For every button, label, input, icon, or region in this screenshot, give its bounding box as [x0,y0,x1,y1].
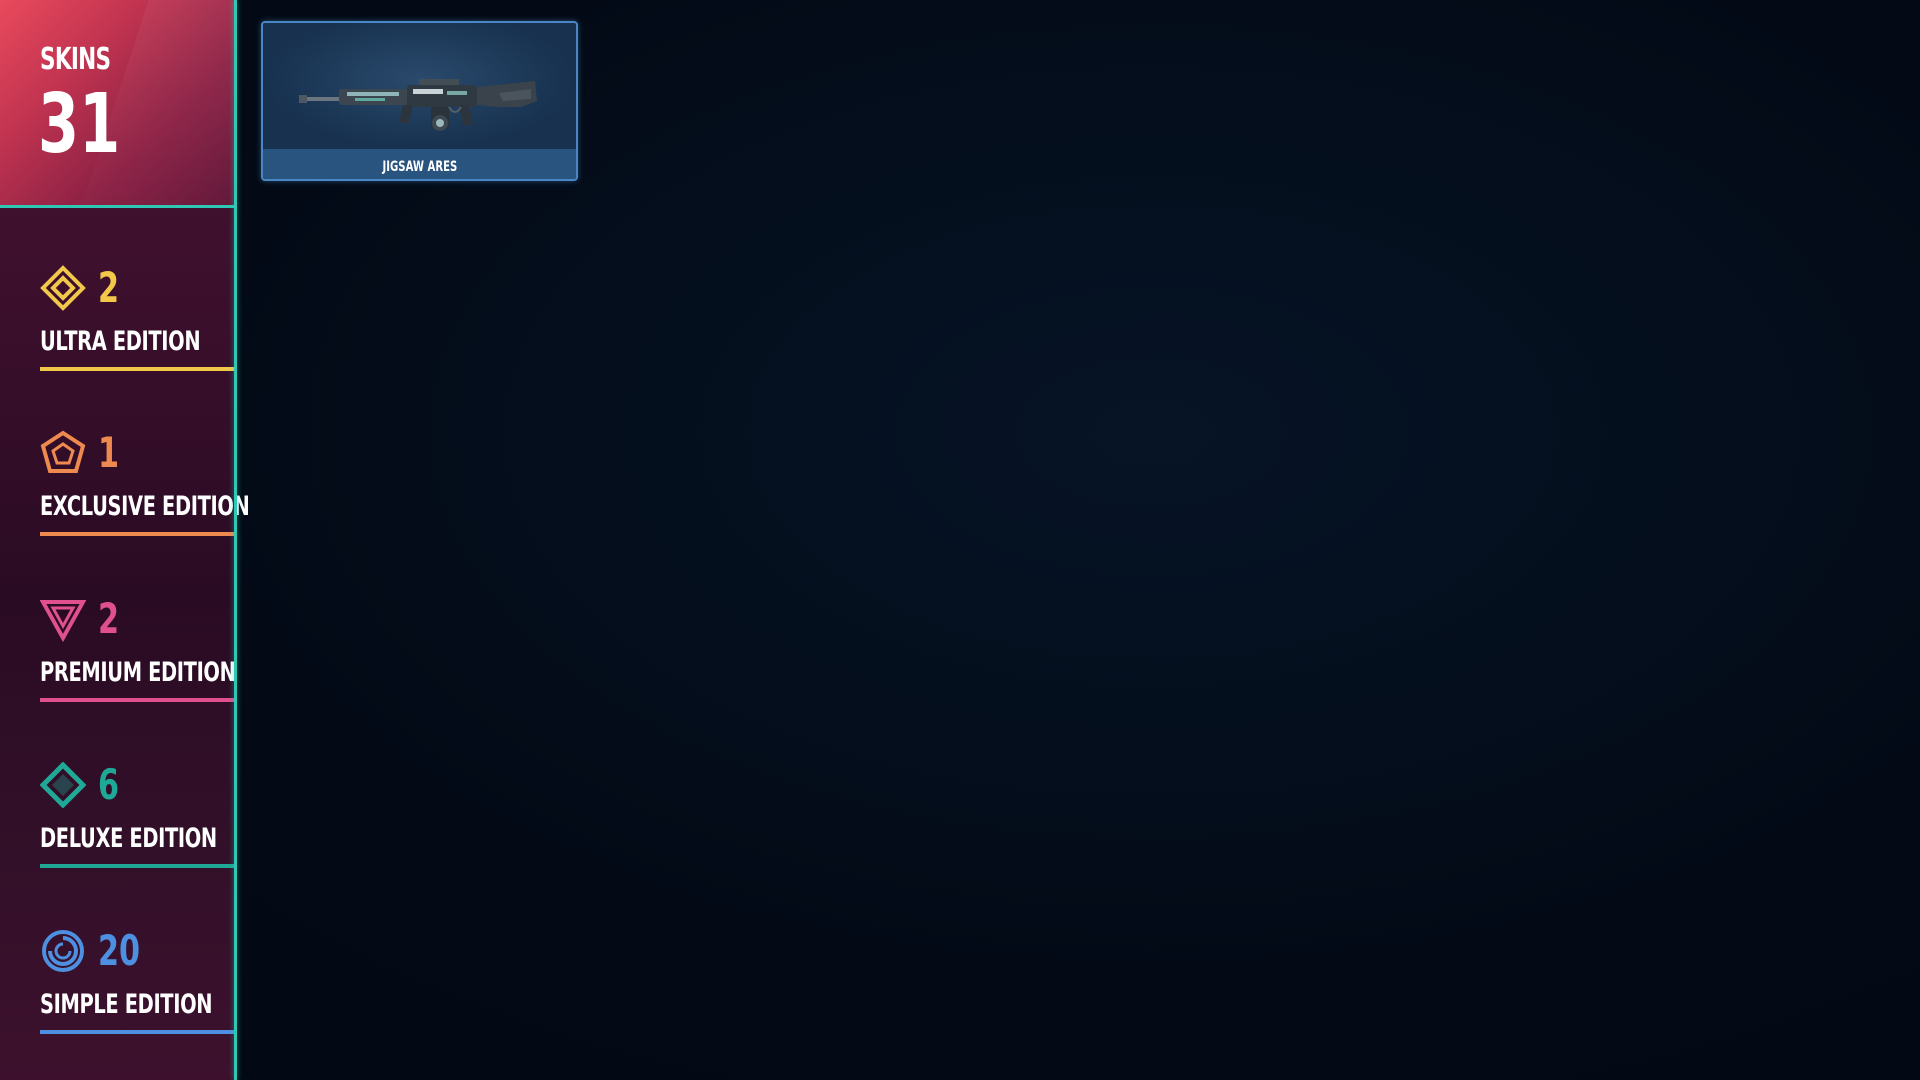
skins-label: SKINS [40,42,111,77]
edition-name: DELUXE EDITION [40,823,217,854]
edition-deluxe[interactable]: 6 DELUXE EDITION [39,760,237,872]
edition-name: SIMPLE EDITION [40,989,213,1020]
edition-premium[interactable]: 2 PREMIUM EDITION [39,594,237,706]
edition-underline [40,864,237,868]
edition-ultra[interactable]: 2 ULTRA EDITION [40,265,237,375]
edition-underline [40,698,237,702]
edition-exclusive[interactable]: 1 EXCLUSIVE EDITION [40,428,250,540]
skin-preview [263,23,576,149]
edition-name: PREMIUM EDITION [40,657,236,688]
edition-count: 20 [98,926,141,975]
skins-sidebar: SKINS 31 2 ULTRA EDITION 1 EXCLUSIVE EDI… [0,0,250,1080]
skins-summary: SKINS 31 [0,0,237,208]
deluxe-diamond-icon [39,761,87,809]
ultra-diamond-icon [40,265,86,311]
edition-underline [40,367,237,371]
simple-swirl-icon [40,928,86,974]
rifle-icon [299,79,537,131]
edition-simple[interactable]: 20 SIMPLE EDITION [40,928,237,1038]
edition-underline [40,1030,237,1034]
skins-total-count: 31 [38,77,121,172]
premium-triangle-icon [39,596,87,643]
edition-name: EXCLUSIVE EDITION [40,491,250,522]
edition-count: 2 [98,594,120,643]
edition-count: 1 [98,428,120,477]
edition-underline [40,532,237,536]
exclusive-pentagon-icon [40,430,86,476]
skin-name: JIGSAW ARES [382,159,457,175]
edition-count: 2 [98,263,120,312]
edition-name: ULTRA EDITION [40,326,201,357]
skins-screen: SKINS 31 2 ULTRA EDITION 1 EXCLUSIVE EDI… [0,0,1920,1080]
edition-count: 6 [98,760,120,809]
skin-card[interactable]: JIGSAW ARES [261,21,578,181]
